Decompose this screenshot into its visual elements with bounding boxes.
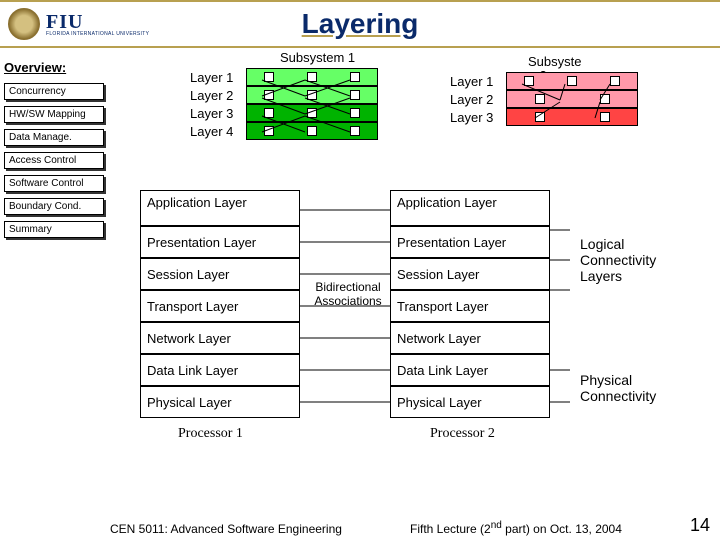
s1-layer4-label: Layer 4 [190,124,246,139]
nav-hwsw-mapping[interactable]: HW/SW Mapping [4,106,104,123]
network-left: Network Layer [140,322,300,354]
s2-layer1-bar [506,72,638,90]
node-icon [307,72,317,82]
presentation-left: Presentation Layer [140,226,300,258]
transport-left: Transport Layer [140,290,300,322]
physical-right: Physical Layer [390,386,550,418]
node-icon [610,76,620,86]
subsystem1-title: Subsystem 1 [280,50,355,65]
bidirectional-label: Bidirectional Associations [308,280,388,308]
page-title: Layering [302,8,419,40]
processor2-label: Processor 2 [430,426,495,442]
nav-access-control[interactable]: Access Control [4,152,104,169]
page-number: 14 [690,515,710,536]
datalink-right: Data Link Layer [390,354,550,386]
footer-left: CEN 5011: Advanced Software Engineering [110,522,342,536]
node-icon [567,76,577,86]
content: Subsystem 1 Layer 1 Layer 2 Layer 3 Laye… [130,50,710,520]
node-icon [600,112,610,122]
s2-layer1-label: Layer 1 [450,74,506,89]
network-right: Network Layer [390,322,550,354]
stack-left: Application Layer Presentation Layer Ses… [140,190,300,418]
session-right: Session Layer [390,258,550,290]
header: FIU FLORIDA INTERNATIONAL UNIVERSITY Lay… [0,0,720,48]
nav-data-manage[interactable]: Data Manage. [4,129,104,146]
processor1-label: Processor 1 [178,426,243,442]
stack-right: Application Layer Presentation Layer Ses… [390,190,550,418]
overview-heading: Overview: [4,60,114,75]
nav-software-control[interactable]: Software Control [4,175,104,192]
logo-subtitle: FLORIDA INTERNATIONAL UNIVERSITY [46,32,149,37]
transport-right: Transport Layer [390,290,550,322]
s1-layer4-bar [246,122,378,140]
node-icon [350,72,360,82]
nav-summary[interactable]: Summary [4,221,104,238]
session-left: Session Layer [140,258,300,290]
s1-layer3-bar [246,104,378,122]
subsystem2-block: Layer 1 Layer 2 Layer 3 [450,72,638,126]
node-icon [264,126,274,136]
fiu-seal-icon [8,8,40,40]
app-layer-left: Application Layer [140,190,300,226]
footer-mid-b: part) on Oct. 13, 2004 [502,522,622,536]
s2-layer2-bar [506,90,638,108]
node-icon [535,112,545,122]
s1-layer2-bar [246,86,378,104]
node-icon [307,126,317,136]
node-icon [350,90,360,100]
datalink-left: Data Link Layer [140,354,300,386]
node-icon [535,94,545,104]
s1-layer1-label: Layer 1 [190,70,246,85]
node-icon [264,108,274,118]
logical-label: Logical Connectivity Layers [580,236,680,284]
nav-boundary-cond[interactable]: Boundary Cond. [4,198,104,215]
footer: CEN 5011: Advanced Software Engineering … [0,515,720,536]
node-icon [264,72,274,82]
presentation-right: Presentation Layer [390,226,550,258]
subsystem1-block: Layer 1 Layer 2 Layer 3 Layer 4 [190,68,378,140]
app-layer-right: Application Layer [390,190,550,226]
subsystem2-title: Subsyste [528,54,581,69]
node-icon [264,90,274,100]
s2-layer2-label: Layer 2 [450,92,506,107]
s1-layer2-label: Layer 2 [190,88,246,103]
physical-left: Physical Layer [140,386,300,418]
logo-text: FIU FLORIDA INTERNATIONAL UNIVERSITY [46,12,149,37]
s1-layer3-label: Layer 3 [190,106,246,121]
node-icon [600,94,610,104]
physical-label: Physical Connectivity [580,372,680,404]
s2-layer3-bar [506,108,638,126]
s1-layer1-bar [246,68,378,86]
footer-mid-sup: nd [491,520,502,531]
nav-concurrency[interactable]: Concurrency [4,83,104,100]
osi-diagram: Application Layer Presentation Layer Ses… [130,190,710,520]
node-icon [307,108,317,118]
subsystems-diagram: Subsystem 1 Layer 1 Layer 2 Layer 3 Laye… [130,50,710,170]
sidebar: Overview: Concurrency HW/SW Mapping Data… [4,60,114,244]
node-icon [350,126,360,136]
footer-mid: Fifth Lecture (2nd part) on Oct. 13, 200… [410,520,622,536]
footer-mid-a: Fifth Lecture (2 [410,522,491,536]
node-icon [350,108,360,118]
node-icon [307,90,317,100]
logo-fiu: FIU [46,12,149,32]
node-icon [524,76,534,86]
s2-layer3-label: Layer 3 [450,110,506,125]
